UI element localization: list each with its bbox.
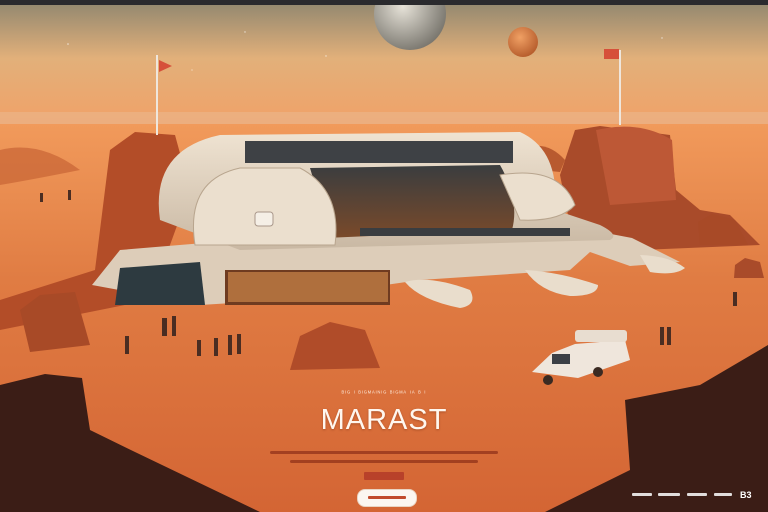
planet-icon [508, 27, 538, 57]
window-top-bar [0, 0, 768, 5]
footer-links: B3 [632, 490, 762, 504]
footer-link[interactable] [714, 493, 732, 496]
hero-subtitle-line [270, 451, 498, 454]
footer-link[interactable] [687, 493, 707, 496]
footer-link[interactable] [658, 493, 680, 496]
cta-button[interactable] [357, 489, 417, 507]
cta-button-text [368, 496, 406, 499]
hero-badge [364, 472, 404, 480]
hero-title: MARAST [320, 404, 448, 436]
footer-link[interactable] [632, 493, 652, 496]
hero-subtitle-line [290, 460, 478, 463]
footer-mark: B3 [740, 490, 752, 500]
hero-eyebrow: ᴮᴵᴳ ᴵ ᴮᴵᴳᴹᴬᴵᴺᴵᴳ ᴮᴵᴳᴹᴬ ᴵᴬ ᴮ ᴵ [341, 391, 427, 397]
